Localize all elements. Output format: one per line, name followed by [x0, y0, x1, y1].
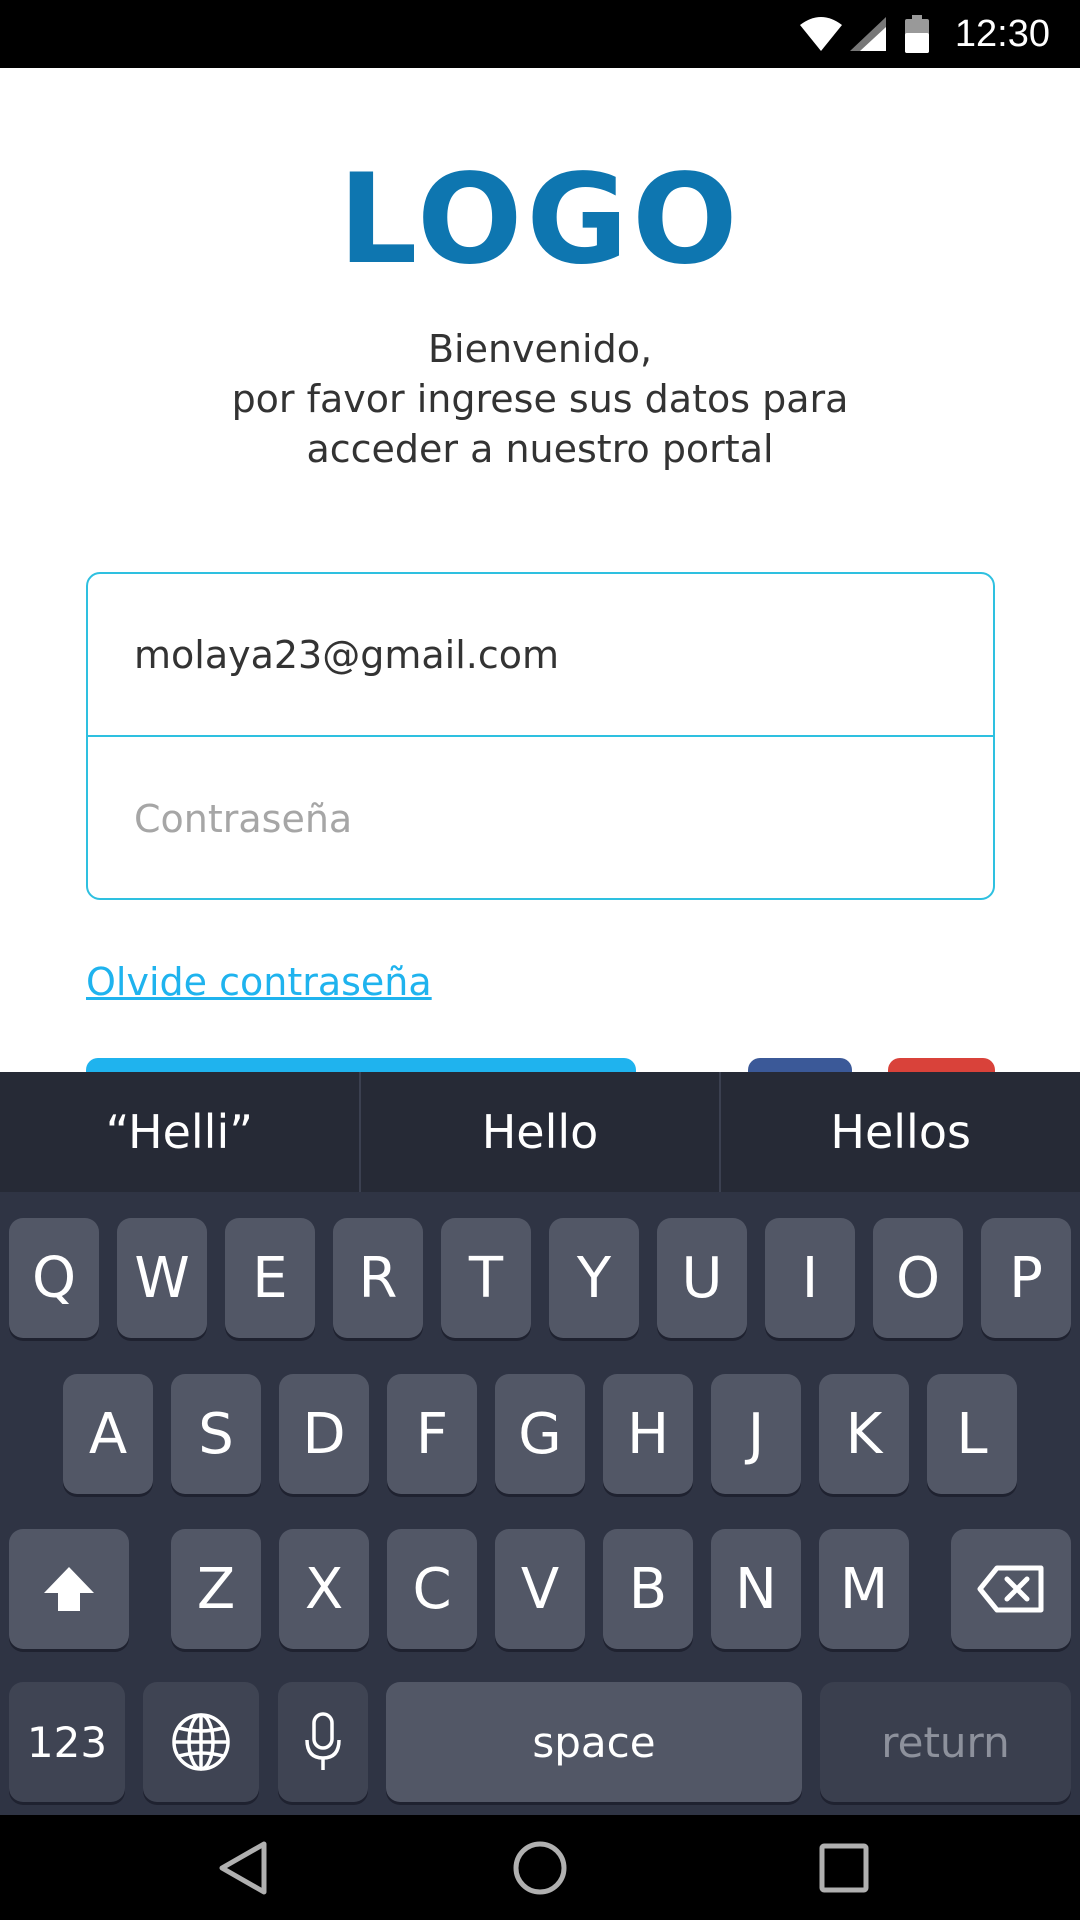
backspace-icon	[977, 1565, 1044, 1613]
app-logo: LOGO	[338, 148, 742, 292]
key-z[interactable]: Z	[171, 1529, 261, 1649]
key-c[interactable]: C	[387, 1529, 477, 1649]
key-v[interactable]: V	[495, 1529, 585, 1649]
key-w[interactable]: W	[117, 1218, 207, 1338]
suggestion-item[interactable]: “Helli”	[0, 1072, 359, 1192]
shift-icon	[44, 1567, 94, 1611]
key-n[interactable]: N	[711, 1529, 801, 1649]
login-form: molaya23@gmail.com Contraseña	[86, 572, 995, 900]
key-f[interactable]: F	[387, 1374, 477, 1494]
home-icon	[513, 1841, 567, 1894]
facebook-login-button[interactable]	[748, 1058, 852, 1072]
soft-keyboard: “Helli” Hello Hellos Q W E R T Y U I O P…	[0, 1072, 1080, 1815]
back-icon	[219, 1841, 267, 1894]
google-login-button[interactable]	[888, 1058, 995, 1072]
cell-signal-icon	[850, 0, 886, 68]
key-j[interactable]: J	[711, 1374, 801, 1494]
key-g[interactable]: G	[495, 1374, 585, 1494]
shift-key[interactable]	[9, 1529, 129, 1649]
key-b[interactable]: B	[603, 1529, 693, 1649]
welcome-message: Bienvenido, por favor ingrese sus datos …	[0, 324, 1080, 474]
globe-key[interactable]	[143, 1682, 259, 1802]
login-screen: LOGO Bienvenido, por favor ingrese sus d…	[0, 68, 1080, 1072]
key-y[interactable]: Y	[549, 1218, 639, 1338]
suggestion-item[interactable]: Hellos	[721, 1072, 1080, 1192]
forgot-password-link[interactable]: Olvide contraseña	[86, 960, 432, 1004]
return-key[interactable]: return	[820, 1682, 1071, 1802]
status-bar: 12:30	[0, 0, 1080, 68]
password-field[interactable]: Contraseña	[88, 737, 993, 900]
wifi-icon	[800, 0, 842, 68]
login-button[interactable]	[86, 1058, 636, 1072]
email-field[interactable]: molaya23@gmail.com	[88, 574, 993, 737]
key-t[interactable]: T	[441, 1218, 531, 1338]
key-o[interactable]: O	[873, 1218, 963, 1338]
key-q[interactable]: Q	[9, 1218, 99, 1338]
key-p[interactable]: P	[981, 1218, 1071, 1338]
back-button[interactable]	[182, 1815, 302, 1920]
battery-icon	[905, 0, 929, 68]
key-l[interactable]: L	[927, 1374, 1017, 1494]
key-i[interactable]: I	[765, 1218, 855, 1338]
key-m[interactable]: M	[819, 1529, 909, 1649]
home-button[interactable]	[480, 1815, 600, 1920]
key-a[interactable]: A	[63, 1374, 153, 1494]
globe-icon	[172, 1713, 230, 1771]
key-e[interactable]: E	[225, 1218, 315, 1338]
keyboard-keys: Q W E R T Y U I O P A S D F G H J K L Z …	[0, 1192, 1080, 1815]
suggestion-bar: “Helli” Hello Hellos	[0, 1072, 1080, 1192]
key-d[interactable]: D	[279, 1374, 369, 1494]
microphone-icon	[305, 1712, 341, 1770]
backspace-key[interactable]	[951, 1529, 1071, 1649]
system-nav-bar	[0, 1815, 1080, 1920]
key-r[interactable]: R	[333, 1218, 423, 1338]
key-k[interactable]: K	[819, 1374, 909, 1494]
status-time: 12:30	[954, 13, 1050, 55]
suggestion-item[interactable]: Hello	[358, 1072, 722, 1192]
recents-icon	[819, 1843, 869, 1892]
recents-button[interactable]	[784, 1815, 904, 1920]
welcome-line-3: acceder a nuestro portal	[306, 427, 774, 471]
key-h[interactable]: H	[603, 1374, 693, 1494]
microphone-key[interactable]	[278, 1682, 368, 1802]
key-s[interactable]: S	[171, 1374, 261, 1494]
numbers-key[interactable]: 123	[9, 1682, 125, 1802]
welcome-line-2: por favor ingrese sus datos para	[231, 377, 849, 421]
space-key[interactable]: space	[386, 1682, 802, 1802]
key-u[interactable]: U	[657, 1218, 747, 1338]
welcome-line-1: Bienvenido,	[427, 327, 653, 371]
key-x[interactable]: X	[279, 1529, 369, 1649]
